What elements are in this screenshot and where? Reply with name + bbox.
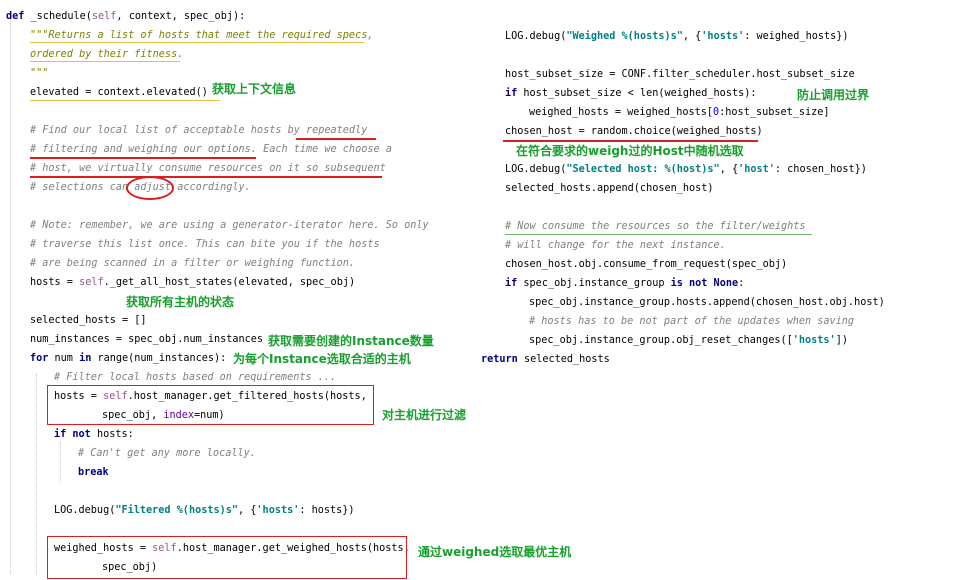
code-line: elevated = context.elevated() (30, 87, 208, 98)
code-line: chosen_host = random.choice(weighed_host… (505, 126, 763, 137)
comment-line: # Can't get any more locally. (78, 448, 256, 459)
comment-line: # will change for the next instance. (505, 240, 726, 251)
filter-hosts-box (47, 385, 374, 425)
annotation-for-each: 为每个Instance选取合适的主机 (233, 352, 411, 366)
chosen-host-underline (503, 140, 758, 142)
indent-guide (10, 14, 11, 574)
adjust-circle (126, 176, 174, 200)
consume-underline (30, 176, 382, 178)
weighed-hosts-box (47, 536, 407, 579)
comment-line: # host, we virtually consume resources o… (30, 163, 386, 174)
code-line: spec_obj.instance_group.obj_reset_change… (529, 335, 848, 346)
elevated-underline (30, 100, 220, 101)
code-line: selected_hosts.append(chosen_host) (505, 183, 714, 194)
docstring-underline (30, 42, 364, 43)
filter-weights-underline (505, 234, 812, 235)
code-line: LOG.debug("Selected host: %(host)s", {'h… (505, 164, 867, 175)
comment-line: # Now consume the resources so the filte… (505, 221, 806, 232)
indent-guide (36, 374, 37, 574)
code-line: selected_hosts = [] (30, 315, 147, 326)
comment-line: # are being scanned in a filter or weigh… (30, 258, 356, 269)
code-editor-view: def _schedule(self, context, spec_obj): … (0, 0, 960, 580)
code-line: spec_obj.instance_group.hosts.append(cho… (529, 297, 885, 308)
annotation-filter: 对主机进行过滤 (382, 408, 467, 422)
comment-line: # traverse this list once. This can bite… (30, 239, 380, 250)
code-line: for num in range(num_instances): (30, 353, 227, 364)
code-line: LOG.debug("Weighed %(hosts)s", {'hosts':… (505, 31, 849, 42)
code-line: hosts = self._get_all_host_states(elevat… (30, 277, 356, 288)
filtering-underline (30, 157, 256, 159)
docstring-line: """ (30, 68, 49, 79)
comment-line: # Filter local hosts based on requiremen… (54, 372, 337, 383)
code-line: host_subset_size = CONF.filter_scheduler… (505, 69, 855, 80)
indent-guide (60, 442, 61, 482)
annotation-elevated: 获取上下文信息 (212, 82, 297, 96)
docstring-line: """Returns a list of hosts that meet the… (30, 30, 374, 41)
annotation-random-choice: 在符合要求的weigh过的Host中随机选取 (516, 144, 744, 158)
comment-line: # filtering and weighing our options. Ea… (30, 144, 392, 155)
annotation-num-instances: 获取需要创建的Instance数量 (268, 334, 434, 348)
code-line: if not hosts: (54, 429, 134, 440)
comment-line: # hosts has to be not part of the update… (529, 316, 855, 327)
code-line: def _schedule(self, context, spec_obj): (6, 11, 246, 22)
comment-line: # Find our local list of acceptable host… (30, 125, 368, 136)
repeatedly-underline (296, 138, 376, 140)
comment-line: # Note: remember, we are using a generat… (30, 220, 429, 231)
code-line: LOG.debug("Filtered %(hosts)s", {'hosts'… (54, 505, 355, 516)
docstring-underline (30, 61, 180, 62)
code-line: num_instances = spec_obj.num_instances (30, 334, 264, 345)
annotation-all-hosts: 获取所有主机的状态 (126, 295, 235, 309)
code-line: break (78, 467, 109, 478)
code-line: weighed_hosts = weighed_hosts[0:host_sub… (529, 107, 830, 118)
code-line: return selected_hosts (481, 354, 610, 365)
annotation-prevent-over: 防止调用过界 (797, 88, 870, 102)
code-line: if host_subset_size < len(weighed_hosts)… (505, 88, 757, 99)
annotation-weighed: 通过weighed选取最优主机 (418, 545, 572, 559)
code-line: if spec_obj.instance_group is not None: (505, 278, 745, 289)
docstring-line: ordered by their fitness. (30, 49, 184, 60)
code-line: chosen_host.obj.consume_from_request(spe… (505, 259, 788, 270)
